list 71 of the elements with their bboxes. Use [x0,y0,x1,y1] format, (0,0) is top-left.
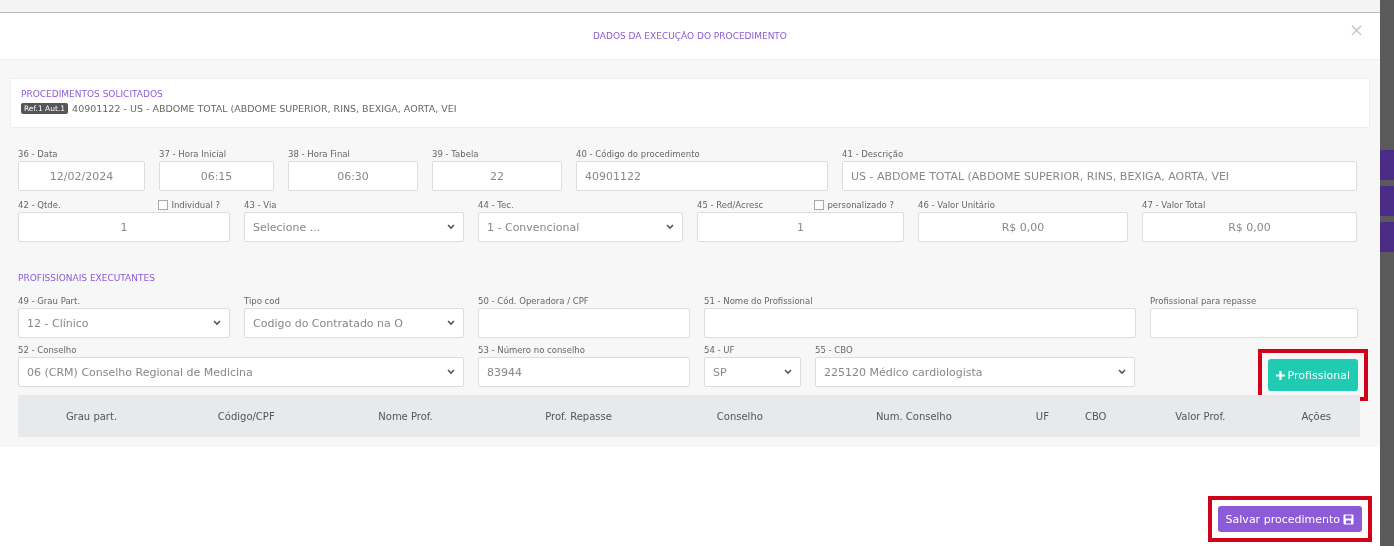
add-professional-button[interactable]: Profissional [1267,359,1358,391]
chevron-down-icon [447,320,455,326]
field-label: 45 - Red/Acresc [697,199,764,210]
input-field[interactable]: 1 [697,212,904,242]
input-field[interactable]: 40901122 [576,161,828,191]
field-label: 41 - Descrição [842,148,904,159]
chevron-down-icon [666,224,674,230]
column-header: Prof. Repasse [483,395,674,437]
checkbox-label: Individual ? [171,199,220,210]
chevron-down-icon [447,369,455,375]
field-label: 55 - CBO [815,344,853,355]
column-header: Conselho [673,395,807,437]
column-header: Valor Prof. [1128,395,1273,437]
field-label: 49 - Grau Part. [18,295,81,306]
input-field[interactable]: 22 [432,161,562,191]
field-label: 51 - Nome do Profissional [704,295,813,306]
input-field[interactable]: 06:30 [288,161,418,191]
field-label: Profissional para repasse [1150,295,1257,306]
column-header: Ações [1272,395,1360,437]
field-label: 54 - UF [704,344,735,355]
field-label: 40 - Código do procedimento [576,148,700,159]
field-label: 39 - Tabela [432,148,479,159]
field-label: 47 - Valor Total [1142,199,1206,210]
field-label: 42 - Qtde. [18,199,61,210]
modal-title: DADOS DA EXECUÇÃO DO PROCEDIMENTO [593,31,787,41]
input-field[interactable]: 83944 [478,357,690,387]
chevron-down-icon [1118,369,1126,375]
checkbox-label: personalizado ? [827,199,894,210]
select-field[interactable]: 12 - Clínico [18,308,230,338]
input-field[interactable] [478,308,690,338]
column-header: Grau part. [18,395,165,437]
input-field[interactable]: 1 [18,212,230,242]
input-field[interactable]: R$ 0,00 [1142,212,1357,242]
input-field[interactable] [704,308,1136,338]
column-header: CBO [1063,395,1129,437]
field-label: 36 - Data [18,148,58,159]
field-label: 44 - Tec. [478,199,514,210]
field-label: Tipo cod [244,295,280,306]
select-field[interactable]: 06 (CRM) Conselho Regional de Medicina [18,357,464,387]
select-field[interactable]: 225120 Médico cardiologista [815,357,1135,387]
input-field[interactable] [1150,308,1358,338]
save-button[interactable]: Salvar procedimento [1217,506,1362,532]
input-field[interactable]: US - ABDOME TOTAL (ABDOME SUPERIOR, RINS, BEXIGA, AORTA, VEI [842,161,1357,191]
procedure-text: 40901122 - US - ABDOME TOTAL (ABDOME SUPERIOR, RINS, BEXIGA, AORTA, VEI [72,103,457,114]
field-label: 53 - Número no conselho [478,344,585,355]
plus-icon [1275,370,1285,380]
chevron-down-icon [447,224,455,230]
column-header: Código/CPF [164,395,328,437]
select-field[interactable]: 1 - Convencional [478,212,683,242]
input-field[interactable]: R$ 0,00 [918,212,1128,242]
field-label: 50 - Cód. Operadora / CPF [478,295,589,306]
column-header: Nome Prof. [327,395,484,437]
column-header: UF [1021,395,1064,437]
checkbox[interactable] [814,199,825,210]
field-label: 46 - Valor Unitário [918,199,995,210]
select-field[interactable]: Selecione ... [244,212,464,242]
select-field[interactable]: SP [704,357,801,387]
input-field[interactable]: 12/02/2024 [18,161,145,191]
input-field[interactable]: 06:15 [159,161,274,191]
chevron-down-icon [213,320,221,326]
field-label: 52 - Conselho [18,344,77,355]
field-label: 43 - Via [244,199,277,210]
field-label: 37 - Hora Inicial [159,148,227,159]
save-icon [1343,513,1354,525]
section-heading: PROCEDIMENTOS SOLICITADOS [21,89,164,99]
select-field[interactable]: Codigo do Contratado na O [244,308,464,338]
field-label: 38 - Hora Final [288,148,350,159]
chevron-down-icon [784,369,792,375]
checkbox[interactable] [158,199,169,210]
section-heading: PROFISSIONAIS EXECUTANTES [18,273,155,283]
column-header: Num. Conselho [806,395,1022,437]
